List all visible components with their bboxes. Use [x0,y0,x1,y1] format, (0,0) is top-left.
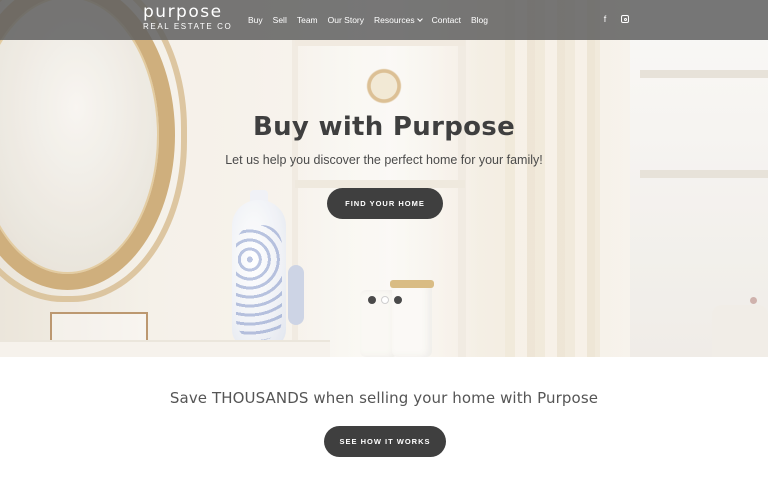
slider-pagination [368,296,402,304]
slider-dot-active[interactable] [381,296,389,304]
main-nav: Buy Sell Team Our Story Resources Contac… [248,14,488,26]
social-links: f [600,13,630,26]
hero-subtitle: Let us help you discover the perfect hom… [225,153,543,167]
hero-title: Buy with Purpose [252,112,516,142]
nav-item-blog[interactable]: Blog [471,14,488,26]
find-your-home-button[interactable]: FIND YOUR HOME [327,188,443,219]
nav-item-resources[interactable]: Resources [374,14,423,26]
savings-heading: Save THOUSANDS when selling your home wi… [169,389,599,407]
top-navbar: purpose REAL ESTATE CO Buy Sell Team Our… [0,0,768,40]
nav-item-team[interactable]: Team [297,14,318,26]
instagram-icon[interactable] [620,13,630,26]
nav-item-buy[interactable]: Buy [248,14,263,26]
see-how-it-works-button[interactable]: SEE HOW IT WORKS [324,426,446,457]
logo-tagline: REAL ESTATE CO [143,22,233,31]
site-logo[interactable]: purpose REAL ESTATE CO [143,2,232,32]
slider-dot[interactable] [394,296,402,304]
facebook-icon[interactable]: f [600,13,610,26]
nav-item-contact[interactable]: Contact [432,14,461,26]
logo-name: purpose [143,2,223,22]
chevron-down-icon [416,16,423,22]
nav-item-sell[interactable]: Sell [273,14,287,26]
slider-dot[interactable] [368,296,376,304]
nav-item-our-story[interactable]: Our Story [328,14,364,26]
nav-item-resources-label: Resources [374,15,415,25]
hero-banner: Buy with Purpose Let us help you discove… [0,0,768,357]
